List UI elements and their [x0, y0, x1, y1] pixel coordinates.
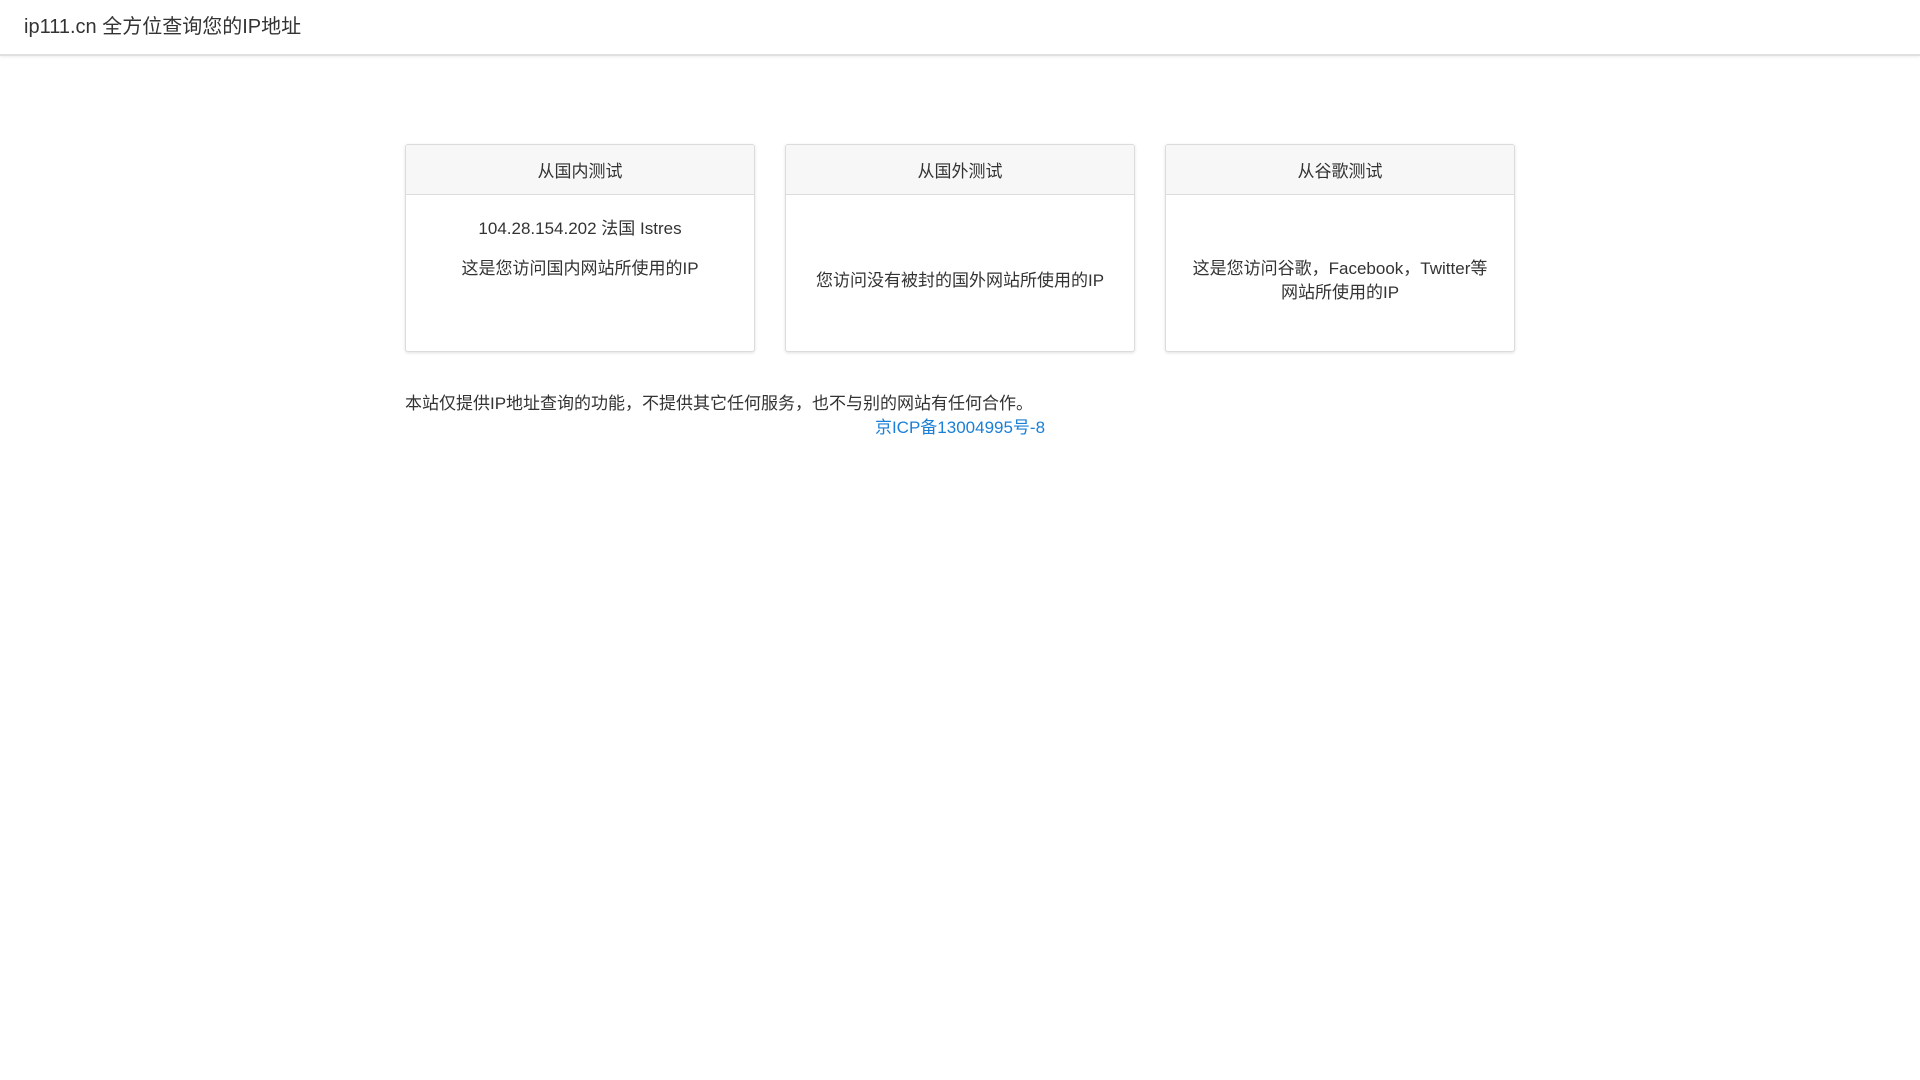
google-test-header: 从谷歌测试	[1166, 145, 1514, 195]
google-test-description: 这是您访问谷歌，Facebook，Twitter等网站所使用的IP	[1192, 259, 1488, 302]
foreign-test-header: 从国外测试	[786, 145, 1134, 195]
footer: 本站仅提供IP地址查询的功能，不提供其它任何服务，也不与别的网站有任何合作。 京…	[405, 392, 1515, 440]
foreign-test-description: 您访问没有被封的国外网站所使用的IP	[815, 271, 1105, 290]
site-notice: 本站仅提供IP地址查询的功能，不提供其它任何服务，也不与别的网站有任何合作。	[405, 394, 1034, 413]
icp-line: 京ICP备13004995号-8	[405, 416, 1515, 440]
google-test-body: 这是您访问谷歌，Facebook，Twitter等网站所使用的IP	[1166, 195, 1514, 351]
domestic-ip-result: 104.28.154.202 法国 Istres	[478, 219, 682, 238]
google-test-card: 从谷歌测试 这是您访问谷歌，Facebook，Twitter等网站所使用的IP	[1165, 144, 1515, 352]
foreign-test-body: 您访问没有被封的国外网站所使用的IP	[786, 195, 1134, 351]
domestic-test-header: 从国内测试	[406, 145, 754, 195]
navbar: ip111.cn 全方位查询您的IP地址	[0, 0, 1920, 56]
test-cards: 从国内测试 104.28.154.202 法国 Istres 这是您访问国内网站…	[405, 144, 1515, 352]
main-container: 从国内测试 104.28.154.202 法国 Istres 这是您访问国内网站…	[405, 56, 1515, 440]
domestic-test-body: 104.28.154.202 法国 Istres 这是您访问国内网站所使用的IP	[406, 195, 754, 351]
foreign-test-card: 从国外测试 您访问没有被封的国外网站所使用的IP	[785, 144, 1135, 352]
site-brand-link[interactable]: ip111.cn 全方位查询您的IP地址	[24, 17, 301, 37]
domestic-test-card: 从国内测试 104.28.154.202 法国 Istres 这是您访问国内网站…	[405, 144, 755, 352]
domestic-test-description: 这是您访问国内网站所使用的IP	[461, 259, 699, 278]
icp-license-link[interactable]: 京ICP备13004995号-8	[875, 418, 1045, 437]
